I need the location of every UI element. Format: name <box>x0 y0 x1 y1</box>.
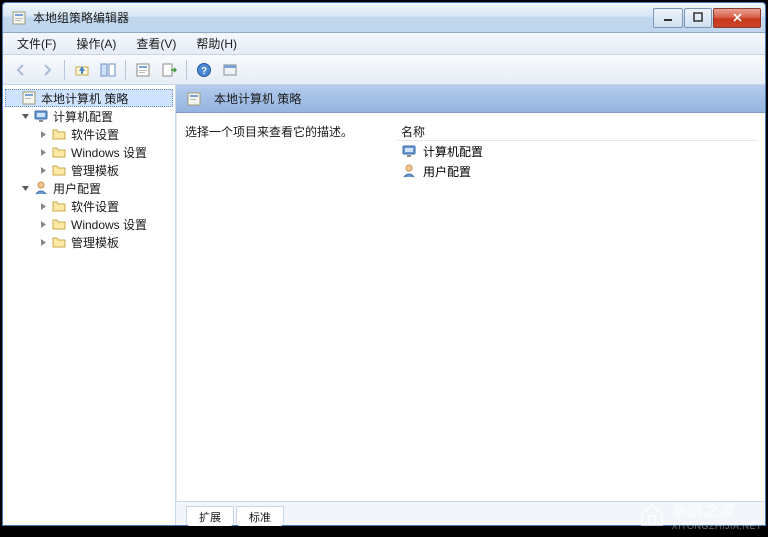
details-panel: 本地计算机 策略 选择一个项目来查看它的描述。 名称 计算机配置 用户配置 <box>176 85 765 525</box>
expand-toggle[interactable] <box>37 128 49 140</box>
menubar: 文件(F) 操作(A) 查看(V) 帮助(H) <box>3 33 765 55</box>
tree-software-settings[interactable]: 软件设置 <box>5 125 173 143</box>
tree-windows-settings[interactable]: Windows 设置 <box>5 215 173 233</box>
toolbar-separator <box>186 60 187 80</box>
client-area: 本地计算机 策略 计算机配置 软件设置 Windows 设置 管理模板 <box>3 85 765 525</box>
tree-root[interactable]: 本地计算机 策略 <box>5 89 173 107</box>
folder-icon <box>51 144 67 160</box>
tree-label: 软件设置 <box>71 126 119 143</box>
details-title: 本地计算机 策略 <box>214 90 301 107</box>
tree-software-settings[interactable]: 软件设置 <box>5 197 173 215</box>
computer-icon <box>401 143 417 159</box>
folder-icon <box>51 162 67 178</box>
user-icon <box>33 180 49 196</box>
tree-label: 软件设置 <box>71 198 119 215</box>
window-title: 本地组策略编辑器 <box>33 9 653 26</box>
titlebar[interactable]: 本地组策略编辑器 <box>3 3 765 33</box>
maximize-button[interactable] <box>684 8 712 28</box>
tree-computer-config[interactable]: 计算机配置 <box>5 107 173 125</box>
tree-admin-templates[interactable]: 管理模板 <box>5 161 173 179</box>
tree-windows-settings[interactable]: Windows 设置 <box>5 143 173 161</box>
menu-file[interactable]: 文件(F) <box>7 33 66 54</box>
toolbar-separator <box>125 60 126 80</box>
tree-admin-templates[interactable]: 管理模板 <box>5 233 173 251</box>
forward-button[interactable] <box>35 58 59 82</box>
folder-icon <box>51 198 67 214</box>
tab-standard[interactable]: 标准 <box>236 506 284 526</box>
tree-label: 本地计算机 策略 <box>41 90 128 107</box>
list-pane: 名称 计算机配置 用户配置 <box>397 121 757 493</box>
folder-icon <box>51 234 67 250</box>
tree-label: Windows 设置 <box>71 216 147 233</box>
list-item-label: 计算机配置 <box>423 143 483 160</box>
details-header: 本地计算机 策略 <box>176 85 765 113</box>
tree-user-config[interactable]: 用户配置 <box>5 179 173 197</box>
expand-toggle[interactable] <box>37 146 49 158</box>
policy-icon <box>186 91 202 107</box>
minimize-button[interactable] <box>653 8 683 28</box>
toolbar: ? <box>3 55 765 85</box>
expand-toggle[interactable] <box>37 236 49 248</box>
properties-button[interactable] <box>131 58 155 82</box>
description-pane: 选择一个项目来查看它的描述。 <box>185 121 385 493</box>
export-button[interactable] <box>157 58 181 82</box>
svg-text:?: ? <box>201 66 207 77</box>
toolbar-separator <box>64 60 65 80</box>
expand-toggle[interactable] <box>37 164 49 176</box>
show-hide-tree-button[interactable] <box>96 58 120 82</box>
details-body: 选择一个项目来查看它的描述。 名称 计算机配置 用户配置 <box>176 113 765 501</box>
tree-label: Windows 设置 <box>71 144 147 161</box>
tree-label: 用户配置 <box>53 180 101 197</box>
tree-panel[interactable]: 本地计算机 策略 计算机配置 软件设置 Windows 设置 管理模板 <box>3 85 176 525</box>
view-tabs: 扩展 标准 <box>176 501 765 525</box>
tree-label: 管理模板 <box>71 234 119 251</box>
expand-toggle[interactable] <box>37 200 49 212</box>
folder-icon <box>51 216 67 232</box>
expand-toggle[interactable] <box>37 218 49 230</box>
collapse-toggle[interactable] <box>19 182 31 194</box>
app-window: 本地组策略编辑器 文件(F) 操作(A) 查看(V) 帮助(H) ? 本地计算 <box>2 2 766 526</box>
menu-action[interactable]: 操作(A) <box>66 33 126 54</box>
computer-icon <box>33 108 49 124</box>
user-icon <box>401 163 417 179</box>
column-header-name[interactable]: 名称 <box>397 121 757 141</box>
tree-label: 管理模板 <box>71 162 119 179</box>
tree-label: 计算机配置 <box>53 108 113 125</box>
filter-button[interactable] <box>218 58 242 82</box>
policy-icon <box>21 90 37 106</box>
back-button[interactable] <box>9 58 33 82</box>
menu-help[interactable]: 帮助(H) <box>186 33 247 54</box>
list-item-user-config[interactable]: 用户配置 <box>397 161 757 181</box>
folder-icon <box>51 126 67 142</box>
tab-extended[interactable]: 扩展 <box>186 506 234 526</box>
list-item-label: 用户配置 <box>423 163 471 180</box>
collapse-toggle[interactable] <box>19 110 31 122</box>
list-item-computer-config[interactable]: 计算机配置 <box>397 141 757 161</box>
description-text: 选择一个项目来查看它的描述。 <box>185 121 385 140</box>
up-level-button[interactable] <box>70 58 94 82</box>
blank-toggle <box>7 92 19 104</box>
menu-view[interactable]: 查看(V) <box>126 33 186 54</box>
help-button[interactable]: ? <box>192 58 216 82</box>
app-icon <box>11 10 27 26</box>
window-controls <box>653 8 761 28</box>
close-button[interactable] <box>713 8 761 28</box>
